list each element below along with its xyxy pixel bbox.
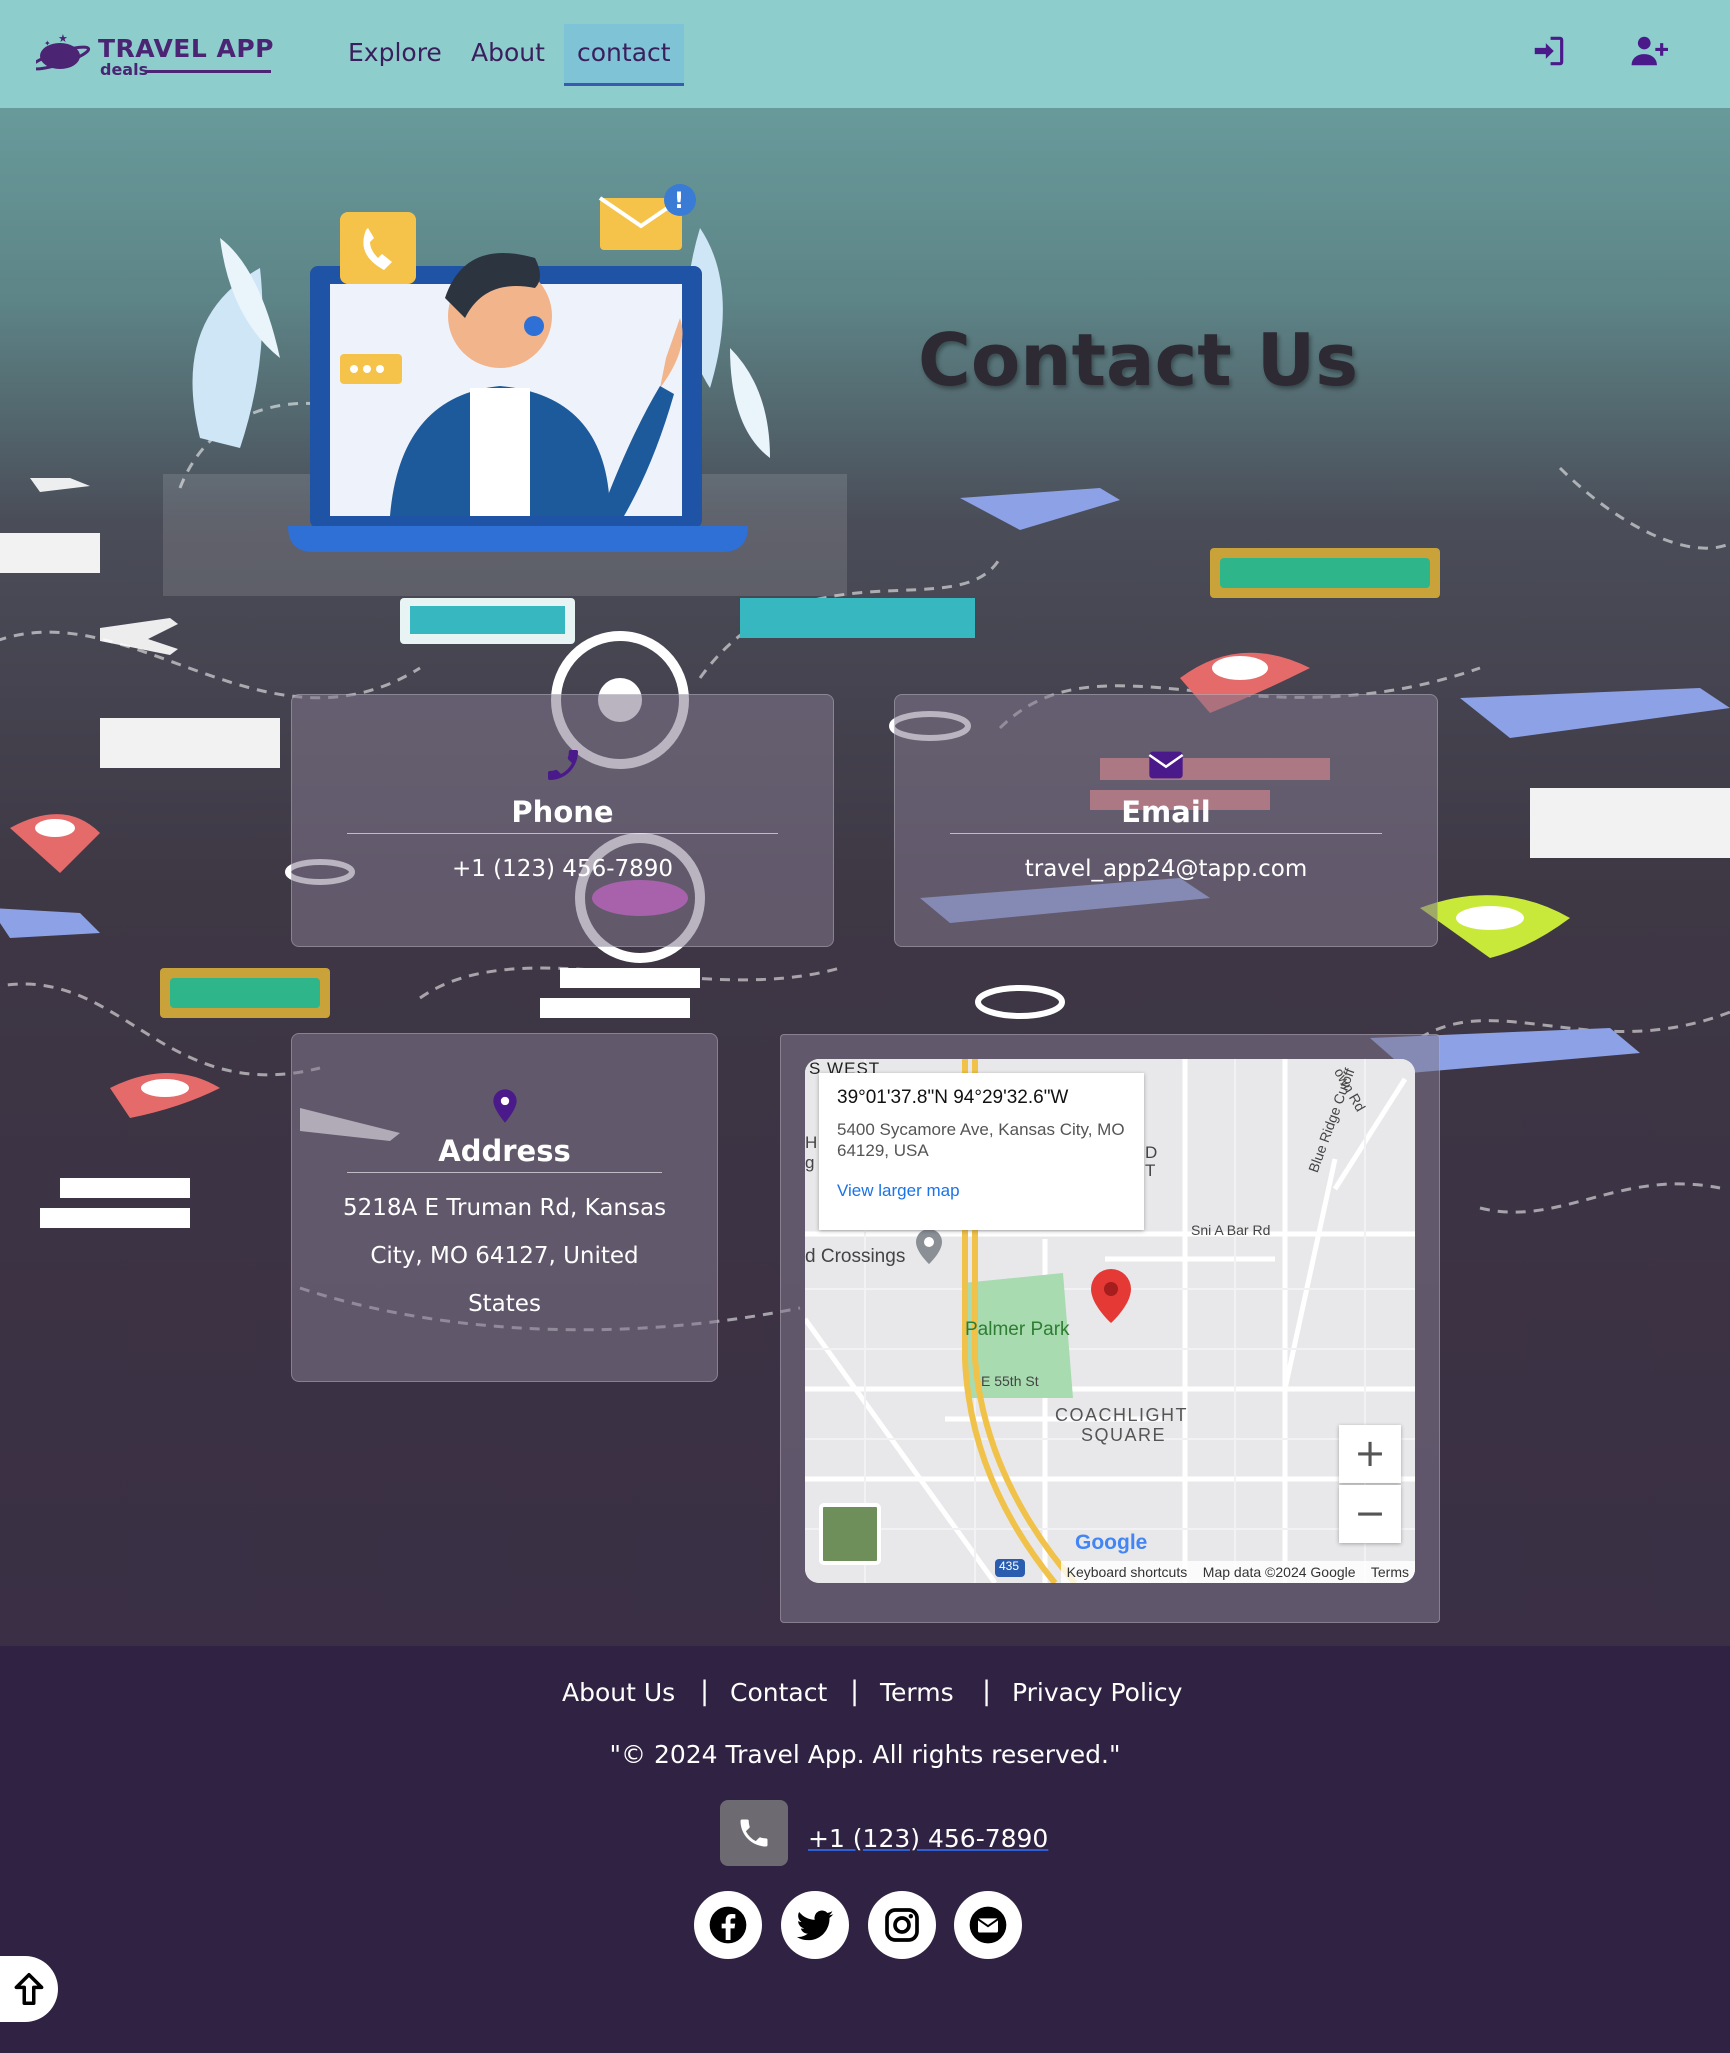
divider: [950, 833, 1382, 834]
map-label: H: [805, 1133, 818, 1152]
navbar: ★ ✦ TRAVEL APP deals Explore About conta…: [0, 0, 1730, 108]
page-title: Contact Us: [918, 318, 1359, 402]
footer-separator: |: [982, 1676, 992, 1707]
email-card-value: travel_app24@tapp.com: [1024, 856, 1308, 882]
brand-underline: [146, 70, 271, 73]
footer: About Us | Contact | Terms | Privacy Pol…: [0, 1646, 1730, 2053]
embedded-map[interactable]: S WEST d Crossings Palmer Park E 55th St…: [805, 1059, 1415, 1583]
twitter-button[interactable]: [781, 1891, 849, 1959]
facebook-button[interactable]: [694, 1891, 762, 1959]
divider: [347, 833, 778, 834]
email-card-title: Email: [1121, 795, 1211, 829]
map-info-window: 39°01'37.8"N 94°29'32.6"W 5400 Sycamore …: [819, 1073, 1144, 1230]
map-terms-link[interactable]: Terms: [1371, 1564, 1409, 1580]
footer-separator: |: [850, 1676, 860, 1707]
phone-card: Phone +1 (123) 456-7890: [291, 694, 834, 947]
map-label: SQUARE: [1081, 1425, 1167, 1445]
map-address: 5400 Sycamore Ave, Kansas City, MO 64129…: [837, 1120, 1125, 1160]
login-icon[interactable]: [1530, 32, 1568, 70]
map-label: D: [1145, 1143, 1158, 1162]
customer-support-illustration: !: [163, 184, 847, 596]
user-plus-icon[interactable]: [1630, 32, 1668, 70]
map-label: E 55th St: [981, 1373, 1039, 1389]
brand-logo[interactable]: ★ ✦ TRAVEL APP deals: [29, 28, 286, 84]
map-label: g: [805, 1153, 815, 1172]
map-container: S WEST d Crossings Palmer Park E 55th St…: [780, 1034, 1440, 1623]
map-coordinates: 39°01'37.8"N 94°29'32.6"W: [837, 1087, 1069, 1108]
map-pin-icon: [492, 1089, 517, 1123]
map-label: d Crossings: [805, 1246, 906, 1267]
map-attribution: Keyboard shortcuts Map data ©2024 Google…: [1060, 1561, 1415, 1583]
footer-phone-link[interactable]: +1 (123) 456-7890: [808, 1824, 1048, 1853]
footer-contact-link[interactable]: Contact: [730, 1678, 827, 1707]
map-label: T: [1145, 1161, 1156, 1180]
phone-card-value: +1 (123) 456-7890: [451, 856, 674, 882]
map-label: COACHLIGHT: [1055, 1405, 1189, 1425]
zoom-out-button[interactable]: −: [1339, 1485, 1401, 1543]
phone-icon: [547, 750, 578, 780]
email-button[interactable]: [954, 1891, 1022, 1959]
footer-phone-icon-box: [720, 1800, 788, 1866]
map-label-park: Palmer Park: [965, 1319, 1070, 1340]
nav-contact[interactable]: contact: [564, 24, 684, 86]
instagram-button[interactable]: [868, 1891, 936, 1959]
map-data-text: Map data ©2024 Google: [1202, 1564, 1356, 1580]
svg-text:✦: ✦: [44, 39, 51, 48]
envelope-icon: [1148, 751, 1184, 779]
arrow-up-icon: [14, 1973, 44, 2005]
footer-terms-link[interactable]: Terms: [880, 1678, 954, 1707]
footer-privacy-link[interactable]: Privacy Policy: [1012, 1678, 1182, 1707]
svg-text:★: ★: [58, 32, 68, 45]
map-label-highway: 435: [999, 1559, 1020, 1573]
nav-explore[interactable]: Explore: [335, 24, 455, 86]
phone-card-title: Phone: [511, 795, 614, 829]
map-label: Sni A Bar Rd: [1191, 1222, 1271, 1238]
divider: [347, 1172, 662, 1173]
copyright-text: "© 2024 Travel App. All rights reserved.…: [609, 1740, 1121, 1769]
footer-about-link[interactable]: About Us: [562, 1678, 675, 1707]
facebook-icon: [709, 1906, 747, 1944]
google-logo: Google: [1075, 1531, 1148, 1554]
address-card-title: Address: [438, 1134, 571, 1168]
brand-tagline: deals: [100, 60, 149, 79]
email-card: Email travel_app24@tapp.com: [894, 694, 1438, 947]
svg-text:!: !: [674, 189, 684, 214]
footer-separator: |: [700, 1676, 710, 1707]
nav-about[interactable]: About: [458, 24, 558, 86]
twitter-icon: [796, 1910, 834, 1941]
keyboard-shortcuts-link[interactable]: Keyboard shortcuts: [1067, 1564, 1188, 1580]
address-card-value: 5218A E Truman Rd, Kansas City, MO 64127…: [342, 1195, 667, 1317]
zoom-in-button[interactable]: +: [1339, 1425, 1401, 1483]
address-card: Address 5218A E Truman Rd, Kansas City, …: [291, 1033, 718, 1382]
brand-name: TRAVEL APP: [98, 34, 275, 63]
view-larger-map-link[interactable]: View larger map: [837, 1181, 1126, 1201]
instagram-icon: [885, 1908, 919, 1942]
phone-icon: [740, 1819, 768, 1847]
mail-icon: [969, 1906, 1007, 1944]
